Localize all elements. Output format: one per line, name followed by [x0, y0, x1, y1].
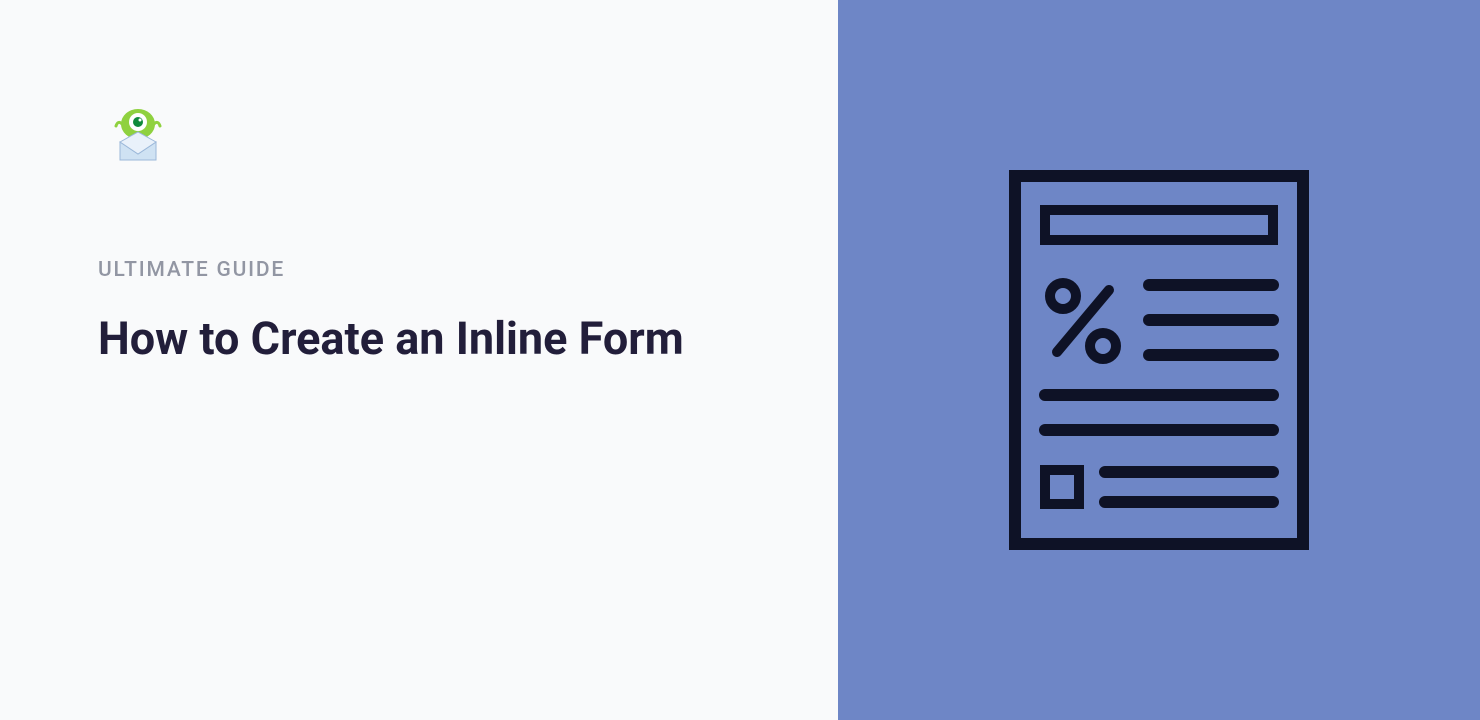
page-title: How to Create an Inline Form [98, 312, 748, 366]
document-percent-icon [1009, 170, 1309, 550]
left-panel: ULTIMATE GUIDE How to Create an Inline F… [0, 0, 838, 720]
optinmonster-logo-icon [108, 104, 168, 164]
brand-logo [108, 104, 168, 164]
category-label: ULTIMATE GUIDE [98, 258, 748, 282]
right-panel [838, 0, 1480, 720]
